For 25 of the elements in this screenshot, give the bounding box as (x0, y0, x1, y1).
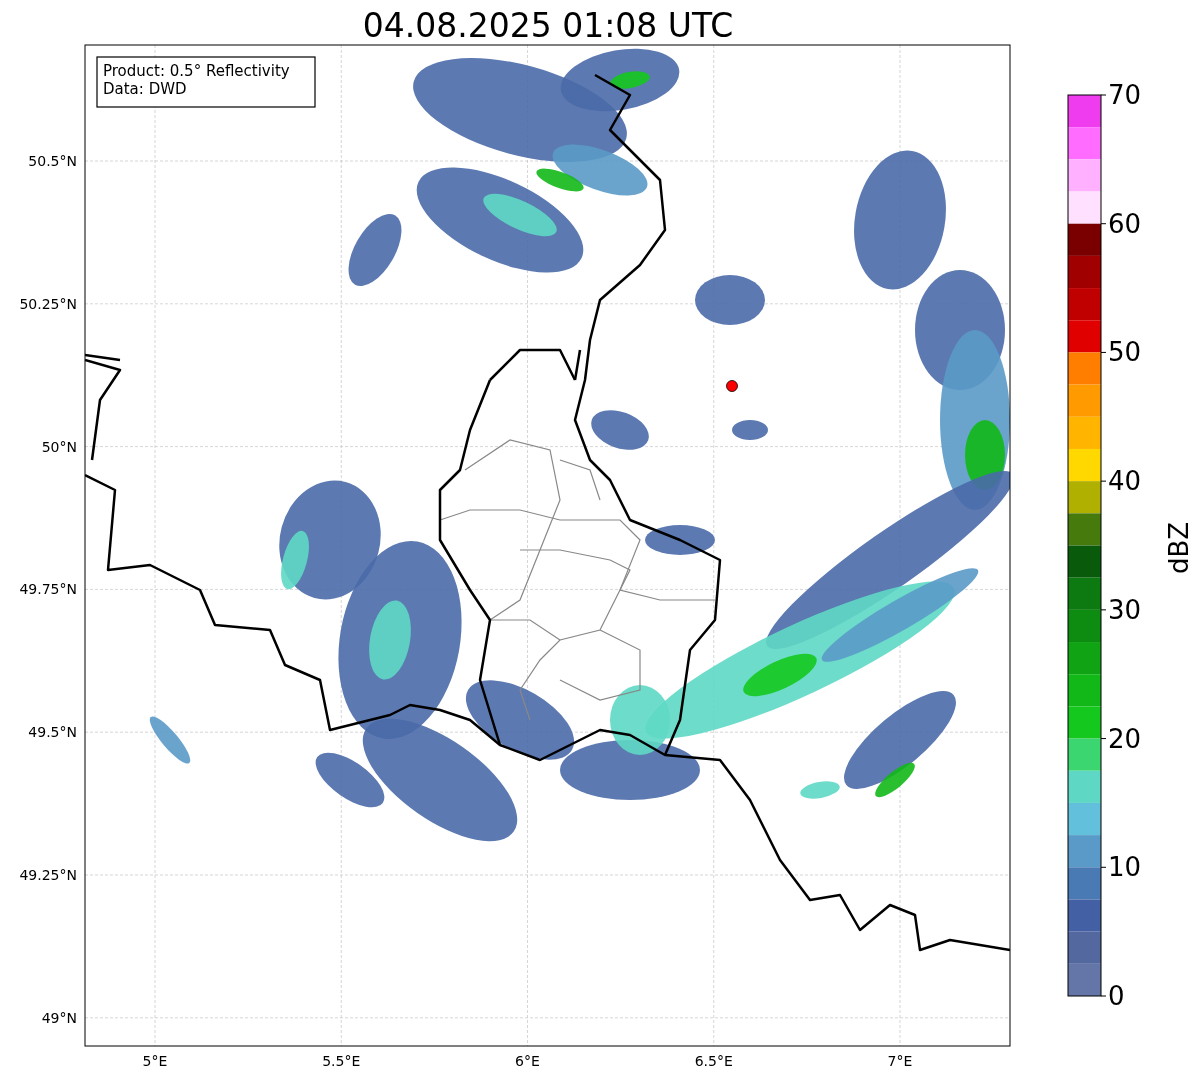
legend-text: Product: 0.5° Reflectivity (103, 62, 290, 80)
y-tick-label: 50.5°N (28, 153, 77, 169)
colorbar-tick-label: 50 (1108, 337, 1142, 368)
colorbar-tick-label: 70 (1108, 80, 1142, 110)
y-tick-label: 49°N (41, 1009, 77, 1026)
x-tick-label: 6.5°E (694, 1053, 733, 1069)
chart-title: 04.08.2025 01:08 UTC (362, 6, 734, 45)
colorbar-tick-label: 60 (1108, 208, 1142, 239)
radar-site-marker (726, 380, 738, 392)
y-tick-label: 49.5°N (28, 724, 77, 741)
legend-text: Data: DWD (103, 80, 187, 98)
colorbar-tick-label: 30 (1108, 594, 1142, 625)
y-tick-label: 50.25°N (19, 295, 77, 312)
colorbar-tick-label: 20 (1108, 723, 1142, 754)
y-tick-label: 49.25°N (19, 867, 77, 883)
x-tick-label: 7°E (887, 1053, 913, 1069)
x-tick-label: 5°E (142, 1053, 168, 1069)
colorbar-tick-label: 40 (1108, 466, 1142, 497)
colorbar-label: dBZ (1164, 521, 1194, 575)
y-tick-label: 49.75°N (19, 581, 77, 598)
x-tick-label: 6°E (515, 1053, 540, 1069)
colorbar-tick-label: 0 (1108, 981, 1125, 1011)
x-tick-label: 5.5°E (322, 1053, 361, 1069)
y-tick-label: 50°N (41, 438, 77, 455)
colorbar-tick-label: 10 (1108, 852, 1142, 883)
